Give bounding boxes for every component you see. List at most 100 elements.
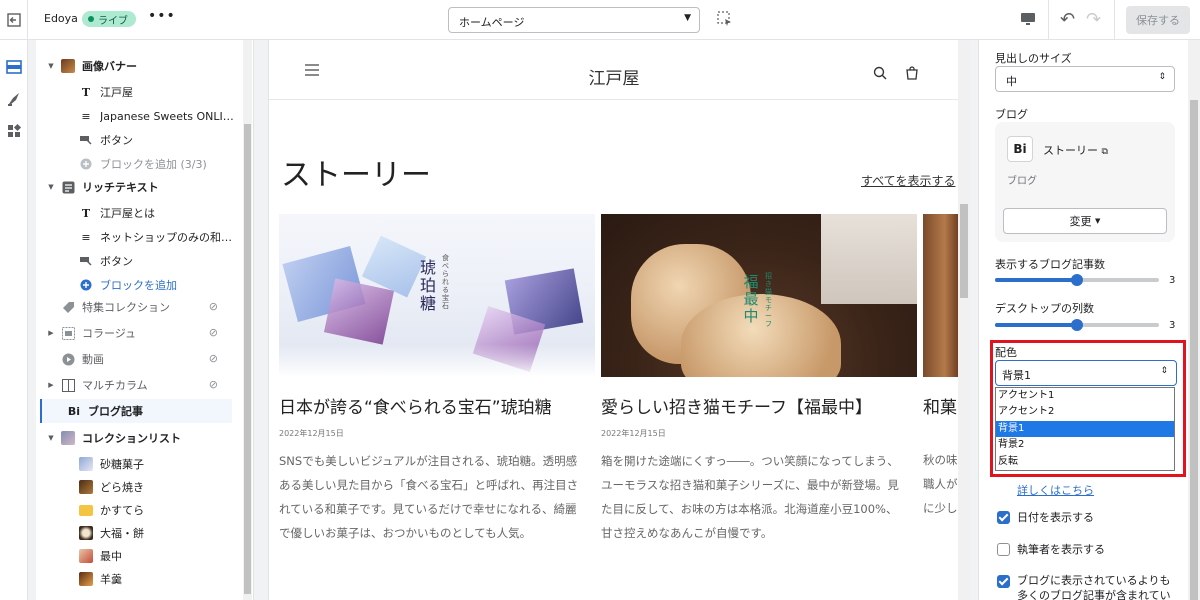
show-more-checkbox[interactable] <box>997 575 1010 588</box>
excerpt-line: 甘さ控えめなあんこが自慢です。 <box>601 526 773 540</box>
slider-fill <box>995 323 1077 327</box>
sections-icon[interactable] <box>5 58 23 76</box>
show-author-checkbox[interactable] <box>997 543 1010 556</box>
show-author-label: 執筆者を表示する <box>1017 543 1105 556</box>
page-select[interactable]: ホームページ ▼ <box>448 7 700 33</box>
desktop-icon[interactable] <box>1020 11 1036 27</box>
slider-handle[interactable] <box>1071 319 1083 331</box>
blog-name[interactable]: ストーリー ⧉ <box>1043 142 1108 158</box>
blog-card-image[interactable] <box>923 214 958 377</box>
settings-panel: 見出しのサイズ 中 ⇕ ブログ Bi ストーリー ⧉ ブログ 変更 ▼ 表示するブ… <box>978 40 1188 600</box>
sidebar-item-multicolumn[interactable]: ▶ マルチカラム ⊘ <box>36 373 240 397</box>
chevron-down-icon[interactable]: ▼ <box>46 183 56 191</box>
sidebar-block-collection[interactable]: 羊羹 <box>36 567 240 591</box>
sidebar-item-image-banner[interactable]: ▼ 画像バナー <box>36 54 240 78</box>
chevron-right-icon[interactable]: ▶ <box>46 381 56 389</box>
preview-scrollbar[interactable] <box>958 40 970 600</box>
blog-card-image[interactable]: 琥珀糖 食べられる宝石 <box>279 214 595 377</box>
sidebar-item-label: 最中 <box>100 550 122 563</box>
collage-icon <box>60 325 76 341</box>
app-embeds-icon[interactable] <box>5 122 23 140</box>
excerpt-line: に少し <box>923 501 958 515</box>
blog-card[interactable]: 和菓 秋の味 職人が に少し <box>923 214 958 520</box>
sidebar-item-video[interactable]: 動画 ⊘ <box>36 347 240 371</box>
add-block-button[interactable]: ブロックを追加 (3/3) <box>36 152 240 176</box>
sidebar-item-collection-list[interactable]: ▼ コレクションリスト <box>36 426 240 450</box>
section-sidebar: ▼ 画像バナー T 江戸屋 ≡ Japanese Sweets ONLINE S...… <box>36 40 254 600</box>
blog-card-title[interactable]: 愛らしい招き猫モチーフ【福最中】 <box>601 393 917 418</box>
sidebar-item-label: かすてら <box>100 504 145 517</box>
sidebar-block-collection[interactable]: かすてら <box>36 498 240 522</box>
slider-handle[interactable] <box>1071 274 1083 286</box>
show-more-label: ブログに表示されているよりも多くのブログ記事が含まれている場 <box>1017 574 1171 600</box>
exit-icon[interactable] <box>0 0 28 40</box>
sidebar-block-text[interactable]: ≡ ネットショップのみの和菓... <box>36 225 240 249</box>
sidebar-item-label: ボタン <box>100 134 133 147</box>
heading-size-select[interactable]: 中 ⇕ <box>995 66 1175 92</box>
live-dot-icon <box>88 16 94 22</box>
text-icon: T <box>81 85 91 99</box>
chevron-down-icon[interactable]: ▼ <box>46 434 56 442</box>
sidebar-item-featured-collection[interactable]: 特集コレクション ⊘ <box>36 295 240 319</box>
sidebar-block-collection[interactable]: 大福・餅 <box>36 521 240 545</box>
sidebar-item-label: 画像バナー <box>82 60 137 73</box>
add-block-button[interactable]: ブロックを追加 <box>36 273 240 297</box>
sidebar-block-heading[interactable]: T 江戸屋とは <box>36 201 240 225</box>
image-subcaption: 食べられる宝石 <box>442 254 449 310</box>
change-label: 変更 <box>1069 215 1092 228</box>
excerpt-line: で優しいお菓子は、おつかいものとしても人気。 <box>279 526 532 540</box>
blog-card-excerpt: 箱を開けた途端にくすっ――。つい笑顔になってしまう、 ユーモラスな招き猫和菓子シ… <box>601 449 917 545</box>
blog-card-date: 2022年12月15日 <box>279 429 344 438</box>
theme-name: Edoya <box>44 12 78 25</box>
sidebar-block-button[interactable]: ボタン <box>36 249 240 273</box>
blog-card-title[interactable]: 和菓 <box>923 393 958 418</box>
sidebar-item-label: コラージュ <box>82 327 137 340</box>
chevron-right-icon[interactable]: ▶ <box>46 329 56 337</box>
blog-card-title[interactable]: 日本が誇る“食べられる宝石”琥珀糖 <box>279 393 595 418</box>
inspector-icon[interactable] <box>716 10 734 28</box>
scrollbar-thumb[interactable] <box>244 124 251 594</box>
undo-icon[interactable]: ↶ <box>1060 9 1075 30</box>
sidebar-block-heading[interactable]: T 江戸屋 <box>36 80 240 104</box>
change-blog-button[interactable]: 変更 ▼ <box>1003 208 1167 234</box>
sidebar-item-collage[interactable]: ▶ コラージュ ⊘ <box>36 321 240 345</box>
search-icon[interactable] <box>873 66 887 80</box>
columns-slider[interactable] <box>995 319 1159 331</box>
sidebar-item-rich-text[interactable]: ▼ リッチテキスト <box>36 175 240 199</box>
sidebar-scrollbar[interactable] <box>243 40 252 600</box>
sidebar-block-collection[interactable]: 砂糖菓子 <box>36 452 240 476</box>
eye-off-icon[interactable]: ⊘ <box>209 378 218 391</box>
chevron-down-icon[interactable]: ▼ <box>46 62 56 70</box>
eye-off-icon[interactable]: ⊘ <box>209 300 218 313</box>
excerpt-line: ユーモラスな招き猫和菓子シリーズに、最中が新登場。見 <box>601 478 899 492</box>
blog-card[interactable]: 福最中 招き猫モチーフ 愛らしい招き猫モチーフ【福最中】 2022年12月15日… <box>601 214 917 545</box>
blog-card-image[interactable]: 福最中 招き猫モチーフ <box>601 214 917 377</box>
eye-off-icon[interactable]: ⊘ <box>209 326 218 339</box>
store-logo[interactable]: 江戸屋 <box>269 64 958 89</box>
sidebar-block-collection[interactable]: どら焼き <box>36 475 240 499</box>
scrollbar-thumb[interactable] <box>960 204 968 298</box>
redo-icon[interactable]: ↷ <box>1086 9 1101 30</box>
external-link-icon[interactable]: ⧉ <box>1102 147 1108 157</box>
cart-icon[interactable] <box>905 66 919 80</box>
eye-off-icon[interactable]: ⊘ <box>209 352 218 365</box>
sidebar-block-text[interactable]: ≡ Japanese Sweets ONLINE S... <box>36 104 240 128</box>
sidebar-item-label: 特集コレクション <box>82 301 170 314</box>
more-actions-button[interactable]: ••• <box>148 8 176 24</box>
scrollbar-thumb[interactable] <box>1190 100 1198 600</box>
sidebar-item-blog-posts[interactable]: Bi ブログ記事 <box>40 399 232 423</box>
collection-thumb-icon <box>78 479 94 495</box>
learn-more-link[interactable]: 詳しくはこちら <box>1017 482 1094 498</box>
blog-card[interactable]: 琥珀糖 食べられる宝石 日本が誇る“食べられる宝石”琥珀糖 2022年12月15… <box>279 214 595 545</box>
posts-count-slider[interactable] <box>995 274 1159 286</box>
sidebar-block-collection[interactable]: 最中 <box>36 544 240 568</box>
view-all-link[interactable]: すべてを表示する <box>861 172 955 189</box>
collection-thumb-icon <box>78 571 94 587</box>
theme-settings-icon[interactable] <box>5 90 23 108</box>
save-button[interactable]: 保存する <box>1126 6 1190 34</box>
show-date-checkbox[interactable] <box>997 511 1010 524</box>
blog-card-date: 2022年12月15日 <box>601 429 666 438</box>
settings-scrollbar[interactable] <box>1188 40 1200 600</box>
button-icon <box>78 253 94 269</box>
sidebar-block-button[interactable]: ボタン <box>36 128 240 152</box>
